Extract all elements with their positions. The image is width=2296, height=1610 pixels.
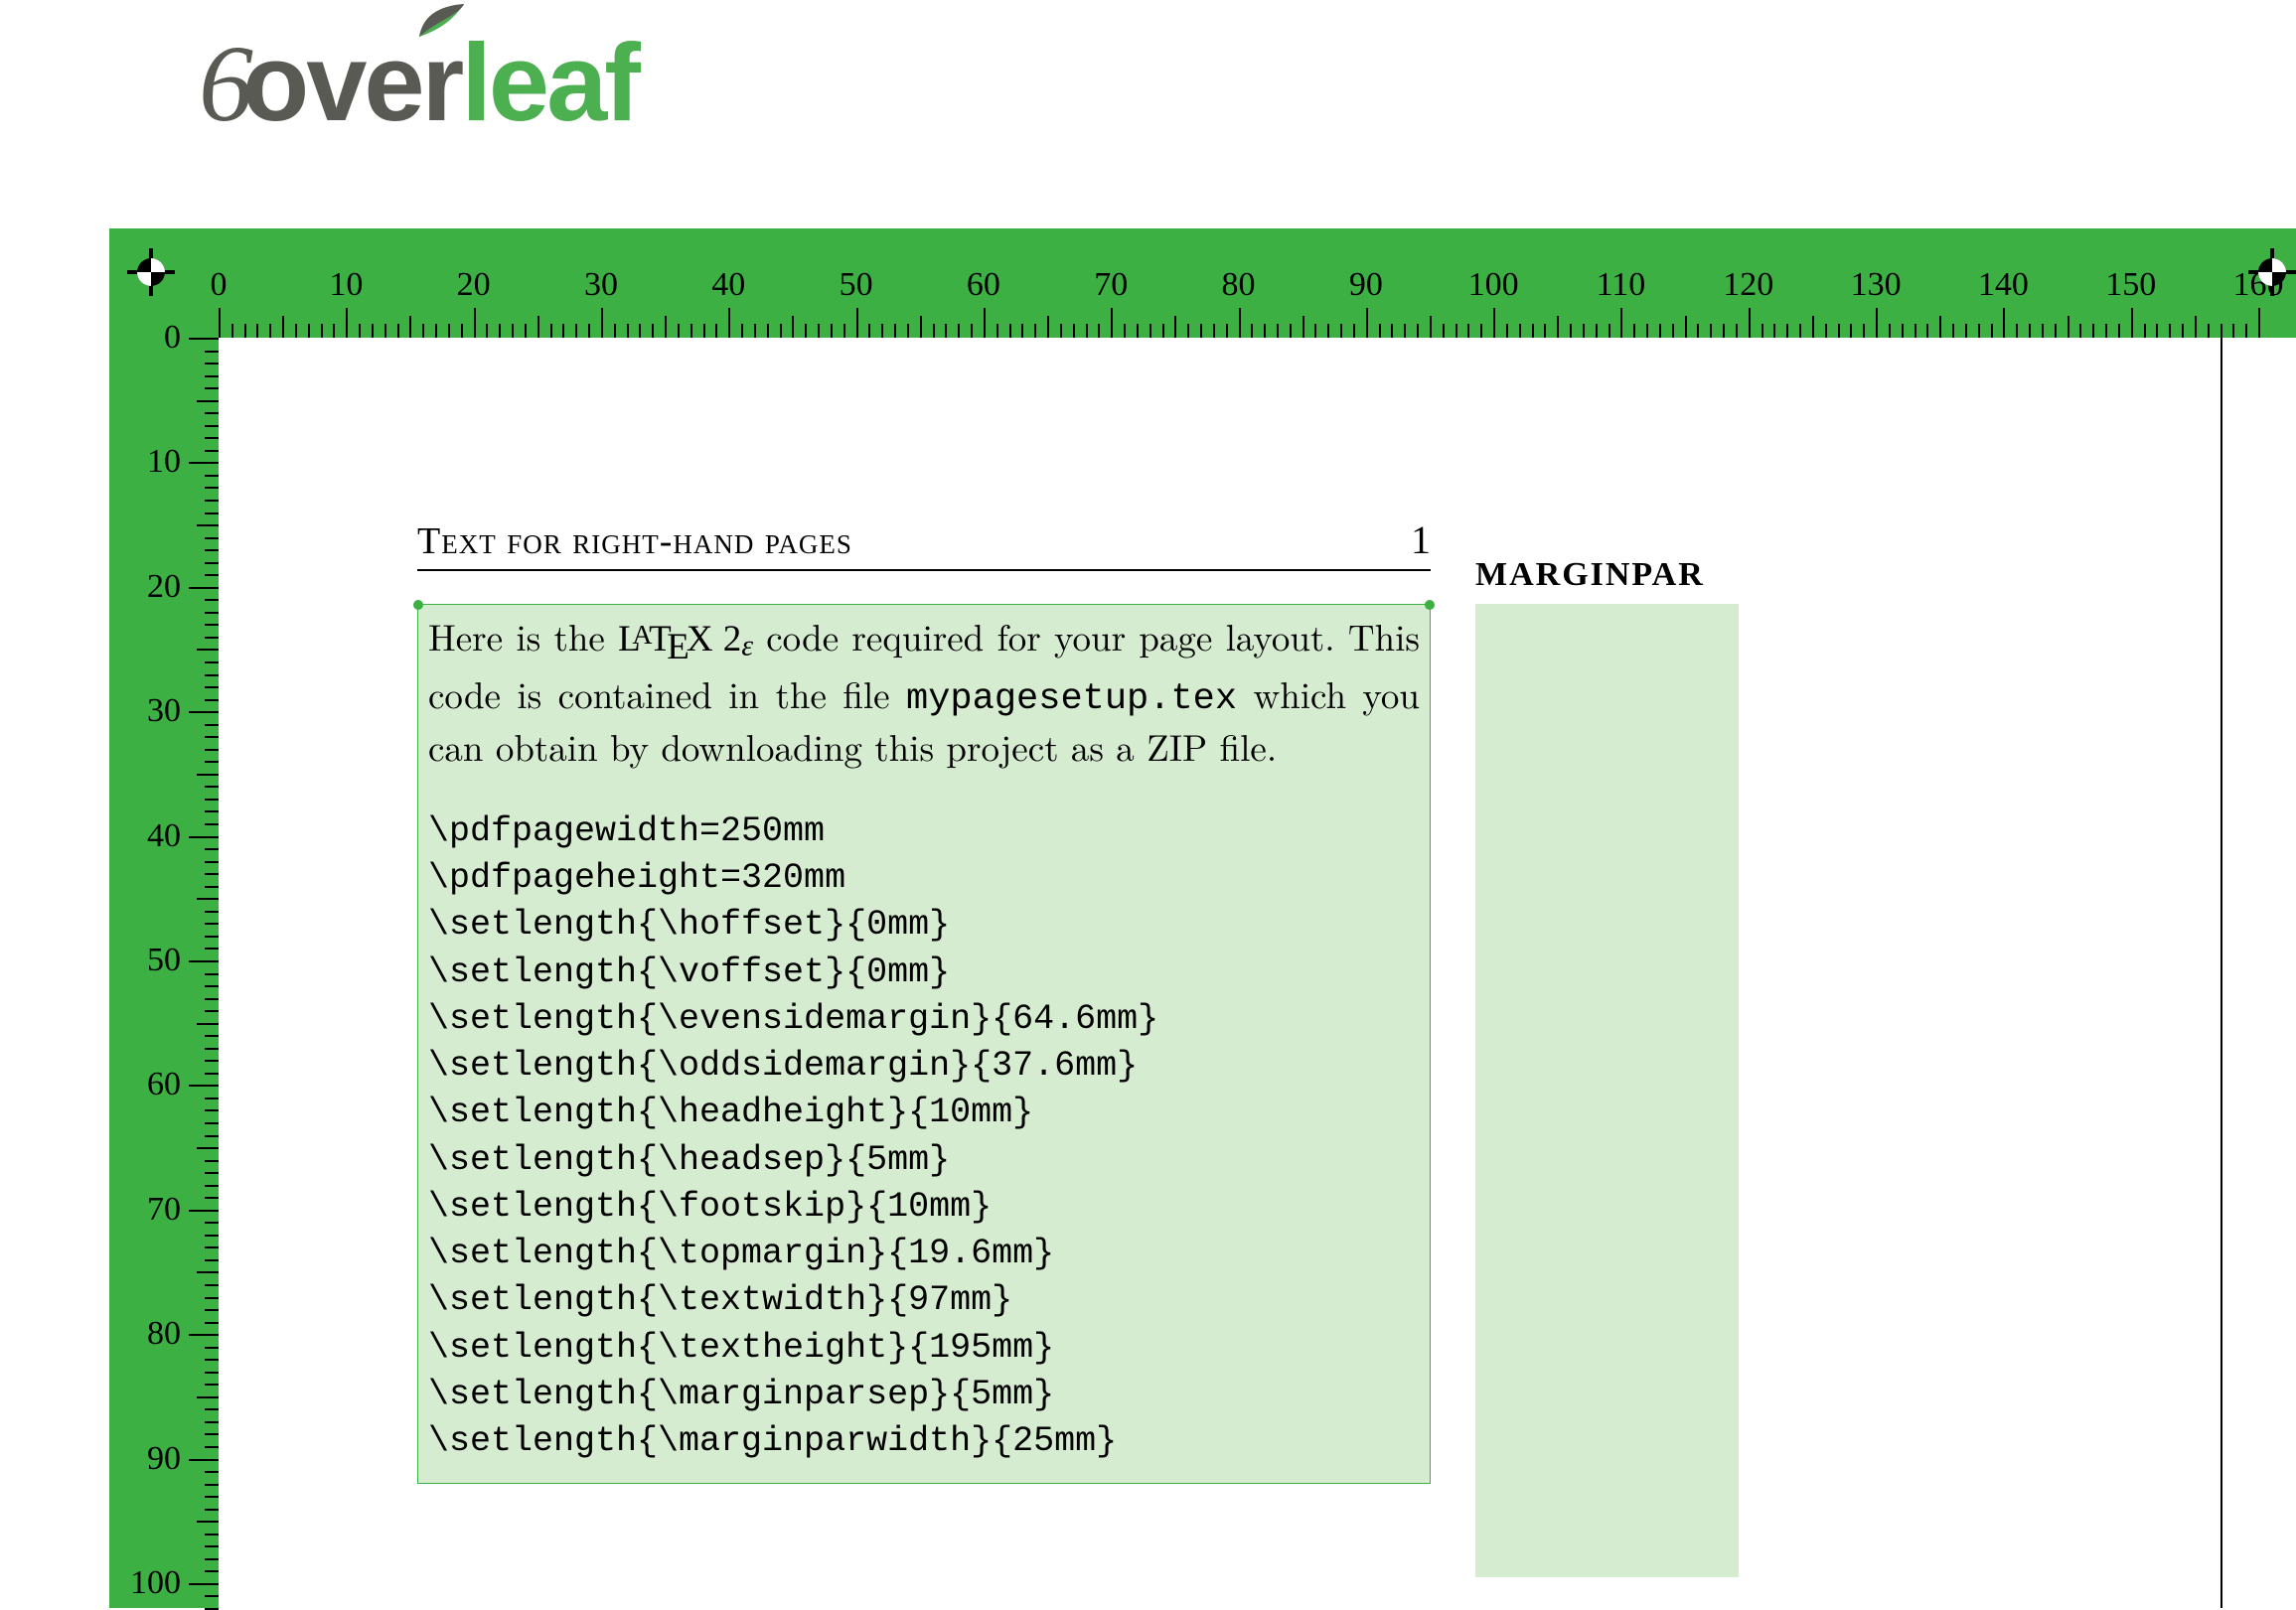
- ruler-h-label: 140: [1978, 266, 2029, 304]
- marginpar-label: MARGINPAR: [1475, 556, 1739, 594]
- ruler-canvas: 0102030405060708090100110120130140150160…: [109, 228, 2296, 1608]
- overleaf-logo: 6over leaf: [199, 20, 638, 147]
- ruler-h-label: 90: [1349, 266, 1383, 304]
- ruler-h-label: 50: [840, 266, 873, 304]
- header-title: Text for right-hand pages: [417, 519, 852, 563]
- intro-pre: Here is the: [428, 609, 618, 661]
- ruler-v-label: 100: [130, 1564, 181, 1602]
- corner-handle-icon: [1425, 600, 1435, 610]
- ruler-h-label: 20: [457, 266, 491, 304]
- ruler-h-label: 70: [1094, 266, 1128, 304]
- ruler-h-label: 40: [711, 266, 745, 304]
- ruler-h-label: 0: [211, 266, 228, 304]
- ruler-h-label: 80: [1222, 266, 1256, 304]
- ruler-h-label: 100: [1468, 266, 1519, 304]
- page-running-header: Text for right-hand pages 1: [417, 516, 1431, 571]
- ruler-v-ticks: 0102030405060708090100: [109, 338, 219, 1608]
- ruler-v-label: 40: [147, 817, 181, 855]
- ruler-h-label: 60: [967, 266, 1000, 304]
- leaf-icon: [414, 2, 469, 42]
- ruler-v-label: 0: [164, 319, 181, 357]
- ruler-h-label: 130: [1851, 266, 1902, 304]
- crop-mark-icon: [2248, 248, 2296, 296]
- page-preview: Text for right-hand pages 1 Here is the …: [219, 338, 2258, 1608]
- ruler-v-label: 70: [147, 1191, 181, 1229]
- ruler-h-label: 110: [1597, 266, 1646, 304]
- ruler-v-label: 60: [147, 1066, 181, 1103]
- ruler-v-label: 90: [147, 1440, 181, 1478]
- ruler-h-ticks: 0102030405060708090100110120130140150160: [219, 228, 2258, 338]
- crop-mark-icon: [127, 248, 175, 296]
- intro-filename: mypagesetup.tex: [906, 678, 1237, 720]
- ruler-v-label: 50: [147, 942, 181, 979]
- intro-paragraph: Here is the LATEX 2ε code required for y…: [428, 613, 1420, 769]
- logo-over-text: 6over: [199, 22, 461, 144]
- marginpar-box: [1475, 604, 1739, 1577]
- ruler-v-label: 10: [147, 443, 181, 481]
- latex-code-block: \pdfpagewidth=250mm \pdfpageheight=320mm…: [428, 808, 1420, 1466]
- ruler-h-label: 30: [584, 266, 618, 304]
- page-right-edge: [2220, 338, 2222, 1608]
- ruler-v-label: 30: [147, 692, 181, 730]
- ruler-v-label: 80: [147, 1315, 181, 1353]
- marginpar-region: MARGINPAR: [1475, 556, 1739, 1577]
- ruler-v-label: 20: [147, 568, 181, 606]
- ruler-h-label: 120: [1723, 266, 1773, 304]
- ruler-h-label: 10: [329, 266, 363, 304]
- text-body-box: Here is the LATEX 2ε code required for y…: [417, 604, 1431, 1484]
- corner-handle-icon: [413, 600, 423, 610]
- ruler-h-label: 150: [2105, 266, 2156, 304]
- page-number: 1: [1411, 516, 1431, 563]
- latex2e-symbol: LATEX 2ε: [618, 619, 753, 659]
- logo-leaf-text: leaf: [461, 20, 638, 146]
